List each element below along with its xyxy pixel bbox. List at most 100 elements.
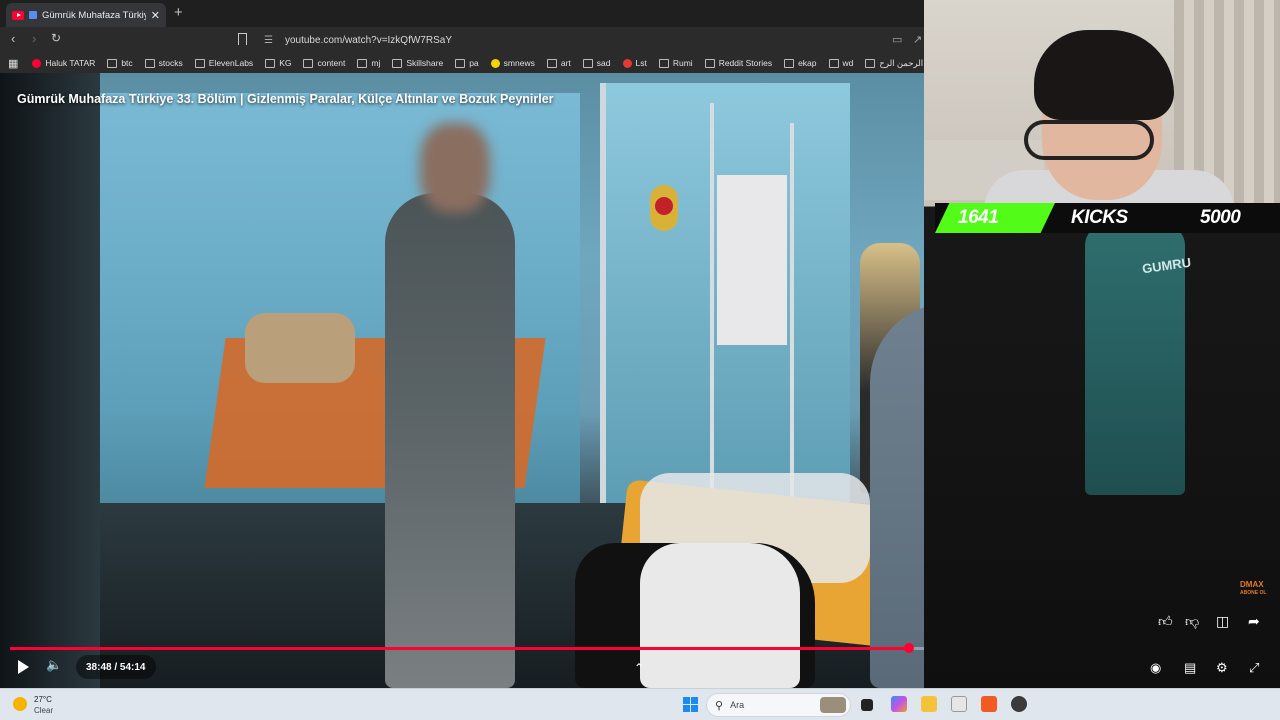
bookmark-item[interactable]: Lst: [622, 58, 647, 68]
exit-fullscreen-icon[interactable]: ⤢: [1249, 660, 1259, 676]
ekap-icon: [784, 58, 795, 68]
browser-tab-bar: Gümrük Muhafaza Türkiye 33 ✕ +: [0, 0, 924, 27]
bookmark-item[interactable]: smnews: [490, 58, 535, 68]
bookmark-label: art: [560, 58, 571, 68]
share-icon[interactable]: ↗: [913, 33, 922, 46]
video-title[interactable]: Gümrük Muhafaza Türkiye 33. Bölüm | Gizl…: [17, 92, 554, 106]
bookmark-item[interactable]: content: [303, 58, 345, 68]
bookmark-item[interactable]: الله الرحمن الرح...: [865, 58, 924, 69]
folder-icon: [303, 58, 314, 68]
search-highlight-image: [820, 697, 846, 713]
elevenlabs-icon: [194, 58, 205, 68]
bookmark-label: content: [317, 58, 346, 68]
settings-gear-icon[interactable]: ⚙: [1216, 660, 1228, 676]
new-tab-button[interactable]: +: [174, 4, 183, 21]
poster-image: [717, 175, 787, 345]
close-tab-icon[interactable]: ✕: [151, 9, 160, 22]
progress-bar[interactable]: [10, 643, 924, 653]
s-icon: [622, 58, 632, 68]
snipping-tool-icon[interactable]: [951, 696, 967, 712]
bookmark-label: الله الرحمن الرح...: [879, 57, 924, 68]
tab-youtube[interactable]: Gümrük Muhafaza Türkiye 33 ✕: [6, 3, 166, 27]
wd-icon: [828, 58, 839, 68]
video-player[interactable]: Gümrük Muhafaza Türkiye 33. Bölüm | Gizl…: [0, 73, 924, 688]
like-icon[interactable]: 👍︎: [1158, 613, 1173, 630]
officer-image: [870, 303, 924, 688]
blurred-face-image: [420, 123, 490, 213]
bookmark-item[interactable]: Reddit Stories: [704, 58, 772, 68]
bookmark-label: Skillshare: [406, 58, 444, 68]
site-info-icon[interactable]: ☰: [264, 35, 273, 46]
forward-icon[interactable]: ›: [32, 31, 36, 46]
bookmark-label: ElevenLabs: [208, 58, 254, 68]
copilot-icon[interactable]: [891, 696, 907, 712]
folder-icon: [455, 58, 466, 68]
windows-taskbar: 27°C Clear ⚲ Ara: [0, 688, 1280, 720]
cast-icon[interactable]: ▭: [892, 33, 902, 46]
progress-scrubber[interactable]: [903, 643, 914, 653]
progress-fill: [10, 647, 909, 650]
bookmark-label: Rumi: [672, 58, 693, 68]
url-text: youtube.com/watch?v=IzkQfW7RSaY: [284, 34, 452, 46]
file-explorer-icon[interactable]: [921, 696, 937, 712]
bookmark-item[interactable]: stocks: [144, 58, 183, 68]
time-display: 38:48 / 54:14: [76, 655, 156, 679]
weather-description[interactable]: Clear: [34, 706, 53, 715]
task-view-icon[interactable]: [861, 699, 873, 711]
folder-icon: [546, 58, 557, 68]
bookmark-item[interactable]: Skillshare: [392, 58, 443, 68]
comment-icon[interactable]: ◫: [1216, 613, 1229, 630]
address-bar[interactable]: ☰ youtube.com/watch?v=IzkQfW7RSaY: [258, 30, 924, 50]
bookmark-item[interactable]: art: [546, 58, 571, 68]
reload-icon[interactable]: ↻: [51, 31, 61, 45]
obs-icon[interactable]: [1011, 696, 1027, 712]
bookmark-icon[interactable]: [238, 33, 247, 45]
bookmark-item[interactable]: ElevenLabs: [194, 58, 254, 68]
bookmark-item[interactable]: btc: [107, 58, 133, 68]
windows-start-icon[interactable]: [683, 697, 698, 712]
kick-count-current: 1641: [958, 207, 999, 228]
bookmark-item[interactable]: KG: [265, 58, 291, 68]
bookmark-item[interactable]: sad: [582, 58, 611, 68]
youtube-icon: [12, 10, 24, 20]
doc-icon: [865, 58, 876, 68]
d-icon: [704, 58, 715, 68]
bookmark-item[interactable]: mj: [357, 58, 380, 68]
bookmark-item[interactable]: pa: [455, 58, 479, 68]
bookmark-label: smnews: [503, 58, 535, 68]
autoplay-toggle-icon[interactable]: ◉: [1150, 660, 1161, 676]
share-arrow-icon[interactable]: ➦: [1248, 613, 1260, 630]
brave-browser-icon[interactable]: [981, 696, 997, 712]
weather-moon-icon[interactable]: [13, 697, 27, 711]
kick-count-goal: 5000: [1200, 207, 1241, 228]
apps-icon[interactable]: ▦: [8, 57, 18, 70]
screen: Gümrük Muhafaza Türkiye 33 ✕ + ‹ › ↻ ☰ y…: [0, 0, 1280, 720]
weather-temperature[interactable]: 27°C: [34, 695, 52, 704]
bookmark-label: sad: [596, 58, 611, 68]
glasses-image: [1024, 120, 1154, 160]
bookmark-item[interactable]: ekap: [784, 58, 817, 68]
bookmark-item[interactable]: wd: [828, 58, 854, 68]
search-icon: ⚲: [715, 699, 724, 712]
dislike-icon[interactable]: 👎︎: [1185, 613, 1199, 630]
skillshare-icon: [392, 58, 403, 68]
folder-icon: [265, 58, 276, 68]
bookmark-item[interactable]: Rumi: [658, 58, 693, 68]
bookmark-label: Lst: [635, 58, 647, 68]
play-button[interactable]: [13, 656, 35, 678]
bookmark-label: KG: [279, 58, 292, 68]
traveler-image: [385, 193, 515, 688]
captions-icon[interactable]: ▤: [1184, 660, 1196, 676]
bookmark-label: wd: [842, 58, 854, 68]
globe-icon: [658, 58, 669, 68]
search-placeholder: Ara: [730, 700, 745, 710]
vercel-icon: [582, 58, 593, 68]
chevron-up-icon[interactable]: ⌃: [634, 661, 644, 675]
folder-icon: [144, 58, 155, 68]
back-icon[interactable]: ‹: [11, 31, 15, 46]
taskbar-search[interactable]: ⚲ Ara: [706, 693, 851, 717]
tab-group-icon: [29, 11, 37, 19]
bookmark-item[interactable]: Haluk TATAR: [32, 58, 95, 68]
volume-icon[interactable]: 🔈: [46, 657, 68, 677]
github-icon: [357, 58, 368, 68]
